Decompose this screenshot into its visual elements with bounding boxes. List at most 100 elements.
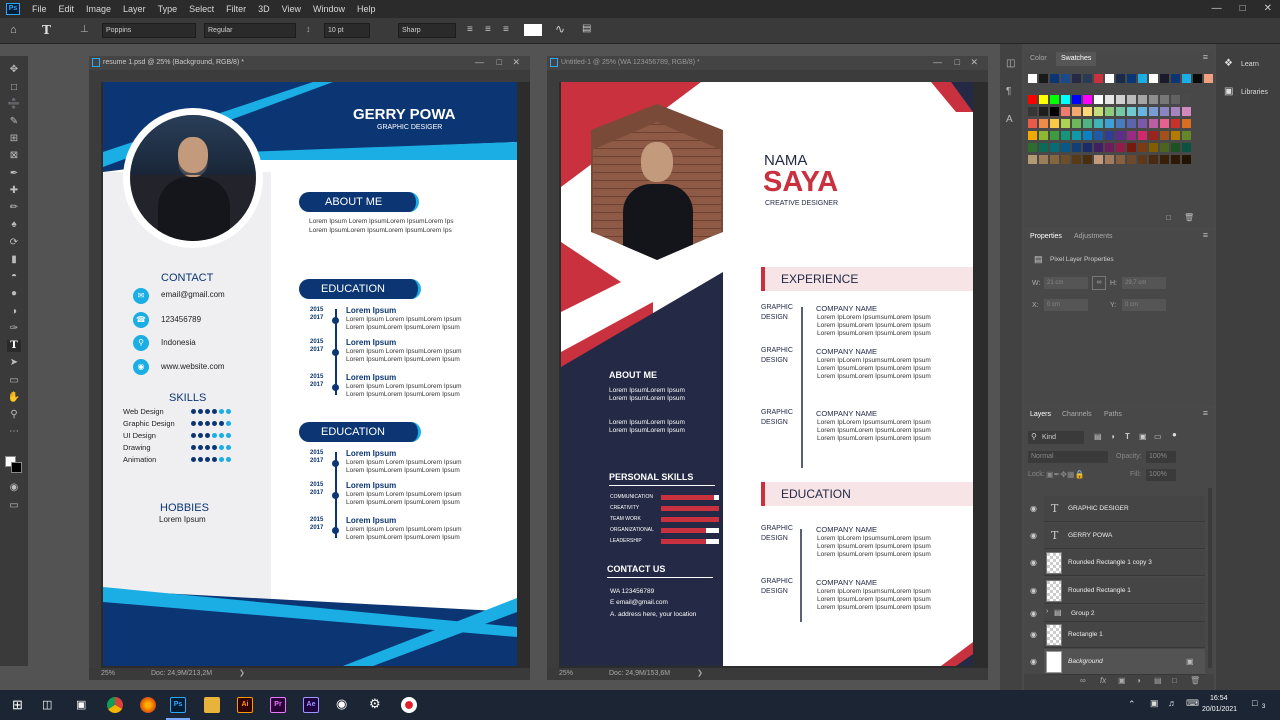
swatch-chip[interactable]: [1116, 155, 1125, 164]
swatch-chip[interactable]: [1105, 95, 1114, 104]
filter-type-icon[interactable]: T: [1125, 432, 1130, 441]
swatch-chip[interactable]: [1182, 119, 1191, 128]
firefox-icon[interactable]: [140, 697, 156, 713]
color-tab[interactable]: Color: [1030, 52, 1047, 66]
doc-maximize-icon[interactable]: □: [497, 57, 502, 67]
swatch-chip[interactable]: [1160, 74, 1169, 83]
swatch-chip[interactable]: [1105, 155, 1114, 164]
swatch-chip[interactable]: [1204, 74, 1213, 83]
menu-type[interactable]: Type: [152, 0, 184, 18]
swatch-chip[interactable]: [1094, 143, 1103, 152]
text-orientation-icon[interactable]: ⊥: [80, 24, 89, 35]
swatch-chip[interactable]: [1149, 155, 1158, 164]
delete-swatch-icon[interactable]: 🗑: [1184, 213, 1194, 222]
healing-brush-icon[interactable]: ✚: [7, 185, 21, 197]
link-icon[interactable]: ∞: [1092, 276, 1106, 290]
swatch-chip[interactable]: [1105, 74, 1114, 83]
swatch-chip[interactable]: [1072, 74, 1081, 83]
swatch-chip[interactable]: [1105, 107, 1114, 116]
marquee-tool-icon[interactable]: □: [7, 82, 21, 94]
swatch-chip[interactable]: [1171, 107, 1180, 116]
swatch-chip[interactable]: [1116, 143, 1125, 152]
height-input[interactable]: 29,7 cm: [1122, 277, 1166, 289]
font-size-select[interactable]: 10 pt: [324, 23, 370, 38]
visibility-eye-icon[interactable]: ◉: [1030, 504, 1037, 513]
paint-bucket-icon[interactable]: ◓: [7, 271, 21, 283]
swatch-chip[interactable]: [1094, 155, 1103, 164]
swatch-chip[interactable]: [1050, 155, 1059, 164]
swatch-chip[interactable]: [1039, 95, 1048, 104]
mask-icon[interactable]: ▣: [1118, 676, 1126, 685]
status-arrow-icon[interactable]: ❯: [697, 668, 703, 680]
swatch-chip[interactable]: [1072, 155, 1081, 164]
status-arrow-icon[interactable]: ❯: [239, 668, 245, 680]
swatch-chip[interactable]: [1171, 155, 1180, 164]
clone-stamp-icon[interactable]: ♠: [7, 219, 21, 231]
zoom-tool-icon[interactable]: ⚲: [7, 409, 21, 421]
font-family-select[interactable]: Poppins: [102, 23, 196, 38]
warp-text-icon[interactable]: ∿: [555, 22, 565, 36]
swatch-chip[interactable]: [1116, 131, 1125, 140]
move-tool-icon[interactable]: ✥: [7, 64, 21, 76]
menu-filter[interactable]: Filter: [220, 0, 252, 18]
path-select-icon[interactable]: ➤: [7, 357, 21, 369]
properties-tab[interactable]: Properties: [1030, 230, 1062, 244]
adjustment-layer-icon[interactable]: ◑: [1136, 676, 1141, 685]
swatch-chip[interactable]: [1182, 155, 1191, 164]
swatch-chip[interactable]: [1028, 119, 1037, 128]
link-layers-icon[interactable]: ∞: [1080, 676, 1086, 685]
menu-3d[interactable]: 3D: [252, 0, 276, 18]
y-input[interactable]: 0 cm: [1122, 299, 1166, 311]
visibility-eye-icon[interactable]: ◉: [1030, 657, 1037, 666]
volume-icon[interactable]: ♬: [1168, 698, 1177, 708]
doc-close-icon[interactable]: ✕: [512, 57, 520, 68]
menu-file[interactable]: File: [26, 0, 53, 18]
swatch-chip[interactable]: [1028, 107, 1037, 116]
swatch-chip[interactable]: [1160, 107, 1169, 116]
menu-image[interactable]: Image: [80, 0, 117, 18]
swatch-chip[interactable]: [1149, 95, 1158, 104]
libraries-icon[interactable]: ▣: [1224, 86, 1233, 97]
clock-time[interactable]: 16:54: [1210, 695, 1228, 702]
swatch-chip[interactable]: [1028, 131, 1037, 140]
paths-tab[interactable]: Paths: [1104, 408, 1122, 422]
doc-minimize-icon[interactable]: —: [933, 57, 942, 67]
panel-menu-icon[interactable]: ≡: [1203, 52, 1208, 62]
swatch-chip[interactable]: [1160, 143, 1169, 152]
new-layer-icon[interactable]: □: [1172, 676, 1177, 685]
swatch-chip[interactable]: [1039, 74, 1048, 83]
menu-edit[interactable]: Edit: [53, 0, 81, 18]
swatch-chip[interactable]: [1171, 143, 1180, 152]
swatch-chip[interactable]: [1083, 107, 1092, 116]
eyedropper-icon[interactable]: ✒: [7, 168, 21, 180]
fx-icon[interactable]: fx: [1100, 676, 1106, 685]
swatch-chip[interactable]: [1105, 131, 1114, 140]
swatch-chip[interactable]: [1116, 74, 1125, 83]
swatches-tab[interactable]: Swatches: [1056, 52, 1097, 66]
swatch-chip[interactable]: [1050, 107, 1059, 116]
swatch-chip[interactable]: [1050, 143, 1059, 152]
filter-shape-icon[interactable]: ▣: [1139, 432, 1147, 441]
swatch-chip[interactable]: [1138, 74, 1147, 83]
swatch-chip[interactable]: [1149, 131, 1158, 140]
swatch-chip[interactable]: [1149, 119, 1158, 128]
task-view-icon[interactable]: ◫: [42, 698, 52, 711]
swatch-chip[interactable]: [1061, 95, 1070, 104]
x-input[interactable]: 0 cm: [1044, 299, 1088, 311]
close-icon[interactable]: ✕: [1264, 0, 1272, 18]
menu-help[interactable]: Help: [351, 0, 382, 18]
visibility-eye-icon[interactable]: ◉: [1030, 586, 1037, 595]
swatch-chip[interactable]: [1138, 143, 1147, 152]
zoom-level[interactable]: 25%: [101, 668, 115, 680]
text-color-swatch[interactable]: [524, 24, 542, 36]
swatch-chip[interactable]: [1149, 107, 1158, 116]
adjustments-tab[interactable]: Adjustments: [1074, 230, 1113, 244]
swatch-chip[interactable]: [1182, 95, 1191, 104]
libraries-label[interactable]: Libraries: [1241, 89, 1268, 96]
menu-layer[interactable]: Layer: [117, 0, 152, 18]
history-brush-icon[interactable]: ⟳: [7, 237, 21, 249]
swatch-chip[interactable]: [1182, 107, 1191, 116]
doc-close-icon[interactable]: ✕: [970, 57, 978, 68]
swatch-chip[interactable]: [1193, 74, 1202, 83]
swatch-chip[interactable]: [1149, 74, 1158, 83]
